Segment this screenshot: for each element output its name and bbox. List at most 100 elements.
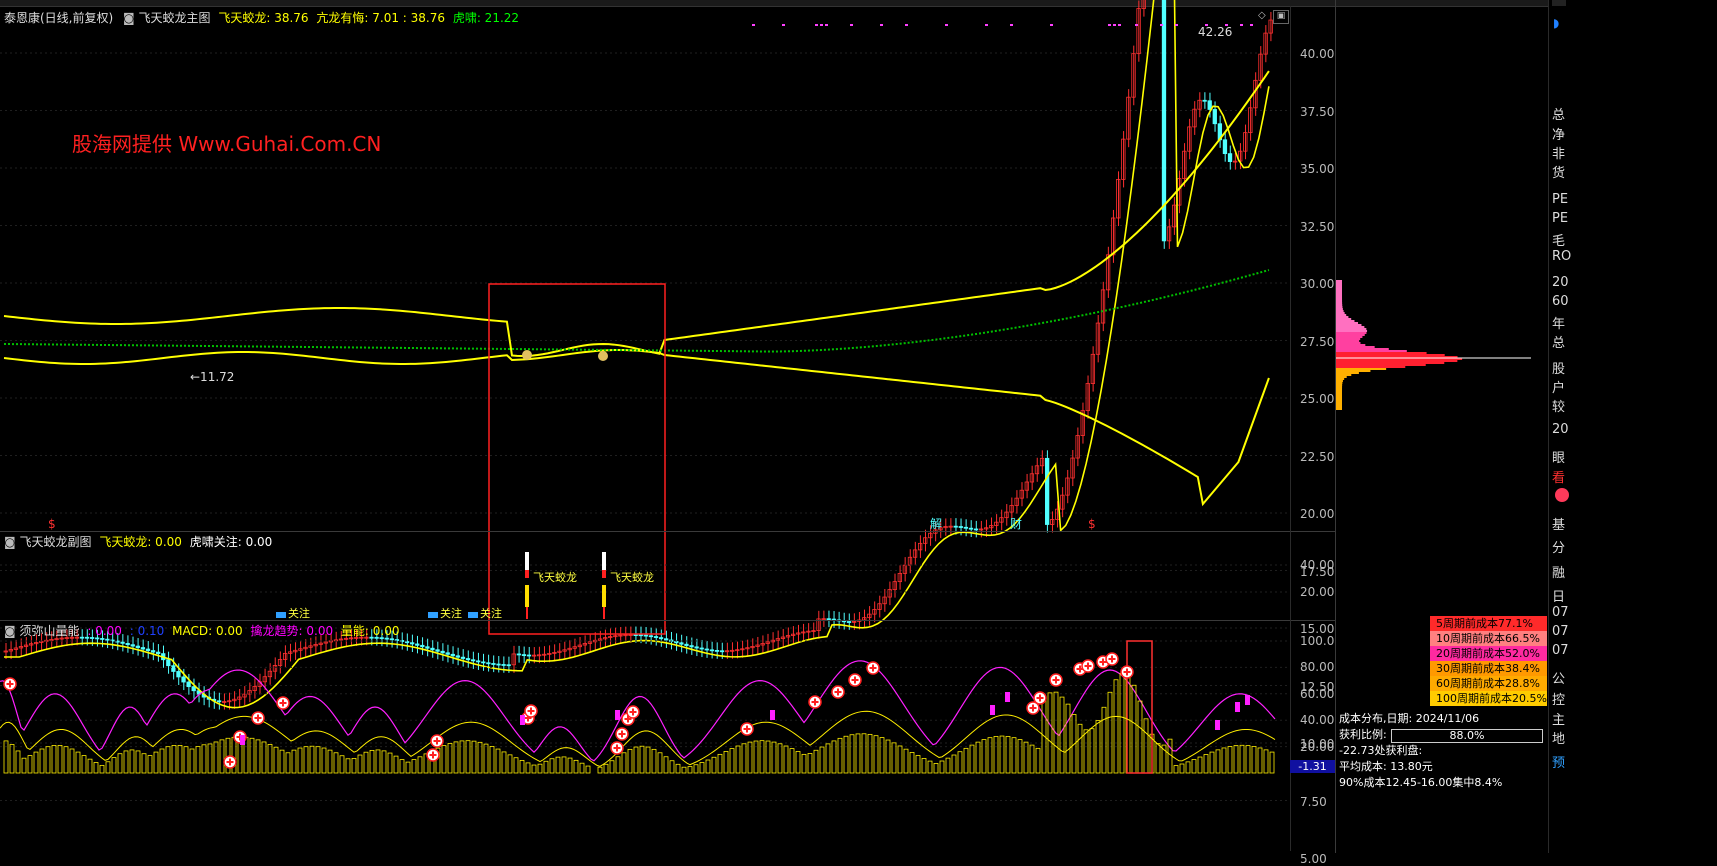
volume-bar <box>363 751 369 774</box>
trend-marker <box>1245 695 1250 705</box>
volume-bar <box>915 755 921 774</box>
signal-bar-low <box>602 585 606 607</box>
sidebar-label: 户 <box>1552 381 1566 396</box>
panel-divider[interactable] <box>0 531 1335 532</box>
candle-body <box>1222 139 1228 155</box>
volume-bar <box>1173 765 1179 774</box>
volume-bar <box>1257 747 1263 774</box>
candle-body <box>166 659 171 667</box>
cost-profile-bar <box>1336 396 1343 398</box>
volume-bar <box>633 746 639 774</box>
volume-bar <box>897 745 903 774</box>
focus-label: 关注 <box>480 606 502 620</box>
sidebar-top-icon[interactable] <box>1552 0 1566 6</box>
candle-body <box>440 650 445 654</box>
volume-bar <box>1239 744 1245 774</box>
volume-bar <box>387 752 393 774</box>
volume-bar <box>1065 703 1071 774</box>
volume-bar <box>957 751 963 774</box>
cost-profile-bar <box>1336 322 1359 324</box>
cost-profile-bar <box>1336 354 1445 356</box>
top-signal-marker <box>752 24 755 26</box>
volume-bar <box>573 759 579 774</box>
trend-marker <box>990 705 995 715</box>
volume-bar <box>909 752 915 774</box>
candle-body <box>496 663 501 666</box>
volume-bar <box>933 763 939 774</box>
period-cost-row: 20周期前成本52.0% <box>1430 646 1547 661</box>
collapse-icon[interactable]: ◙ <box>4 535 16 549</box>
cost-profile-bar <box>1336 370 1371 372</box>
cost-profile-bar <box>1336 404 1342 406</box>
volume-bar <box>411 759 417 774</box>
period-cost-row: 5周期前成本77.1% <box>1430 616 1547 631</box>
cost-profile-bar <box>1336 406 1342 408</box>
cost-profile-bar <box>1336 282 1342 284</box>
volume-bar <box>171 745 177 774</box>
volume-bar <box>489 745 495 774</box>
volume-bar <box>1179 763 1185 774</box>
chart-canvas[interactable]: 42.26 ←11.72 $ 解 财 $ 飞天蛟龙 飞天蛟龙关注 关注 关注 <box>0 0 1335 853</box>
volume-bar <box>81 755 87 774</box>
candle-body <box>171 665 176 672</box>
cost-profile-bar <box>1336 372 1359 374</box>
volume-bar <box>3 740 9 774</box>
profit-price: -22.73处获利盘: <box>1339 744 1423 757</box>
volume-bar <box>33 751 39 774</box>
cost-profile-bar <box>1336 300 1343 302</box>
cost-profile-bar <box>1336 350 1407 352</box>
volume-bar <box>1245 745 1251 774</box>
collapse-icon[interactable]: ◙ <box>4 624 16 638</box>
trend-marker <box>240 735 245 745</box>
sidebar-label: 07 <box>1552 643 1569 658</box>
volume-bar <box>921 758 927 774</box>
cost-profile-bar <box>1336 390 1343 392</box>
candle-body <box>435 649 440 652</box>
candle-body <box>653 636 659 638</box>
cost-profile-bar <box>1336 402 1342 404</box>
volume-bar <box>651 748 657 774</box>
volume-bar <box>765 740 771 774</box>
candle-body <box>445 652 450 655</box>
sidebar-arrow-icon[interactable]: ◗ <box>1553 16 1559 30</box>
cost-profile-bar <box>1336 294 1343 296</box>
sidebar-label: 控 <box>1552 693 1566 708</box>
cost-profile-bar <box>1336 376 1347 378</box>
volume-bar <box>459 740 465 774</box>
volume-bar <box>57 745 63 774</box>
cost-profile-bar <box>1336 362 1445 364</box>
volume-bar <box>1203 754 1209 774</box>
volume-bar <box>483 743 489 774</box>
panel-divider[interactable] <box>0 620 1335 621</box>
volume-bar <box>1089 728 1095 774</box>
volume-bar <box>1047 692 1053 774</box>
volume-bar <box>279 749 285 774</box>
cost-profile-bar <box>1336 346 1375 348</box>
cost-profile-bar <box>1336 324 1362 326</box>
volume-bar <box>603 763 609 774</box>
candle-body <box>135 645 140 648</box>
volume-bar <box>867 733 873 774</box>
volume-bar <box>1005 736 1011 774</box>
volume-bar <box>531 764 537 774</box>
candle-body <box>714 650 720 652</box>
volume-bar <box>99 764 105 774</box>
cost-profile-bar <box>1336 342 1361 344</box>
sidebar-label: 日 <box>1552 590 1566 605</box>
cost-profile-bar <box>1336 334 1365 336</box>
y-tick-label: 40.00 <box>1300 47 1335 61</box>
cost-profile-bar <box>1336 304 1343 306</box>
volume-bar <box>117 753 123 774</box>
top-signal-marker <box>945 24 948 26</box>
right-info-sidebar: ◗ 总净非货 PE PE 毛 RO 20 60 年总股户较 20 眼看基分融日 07 07 07 公控主地… <box>1548 0 1717 853</box>
signal-bar-top <box>525 552 529 570</box>
like-icon[interactable] <box>1555 488 1569 502</box>
volume-bar <box>843 735 849 774</box>
candle-body <box>1207 100 1212 110</box>
sidebar-label: 非 <box>1552 147 1566 162</box>
volume-bar <box>501 751 507 774</box>
volume-bar <box>105 761 111 774</box>
cost-profile-bar <box>1336 388 1343 390</box>
cost-profile-chart <box>1336 280 1531 410</box>
volume-bar <box>255 739 261 774</box>
